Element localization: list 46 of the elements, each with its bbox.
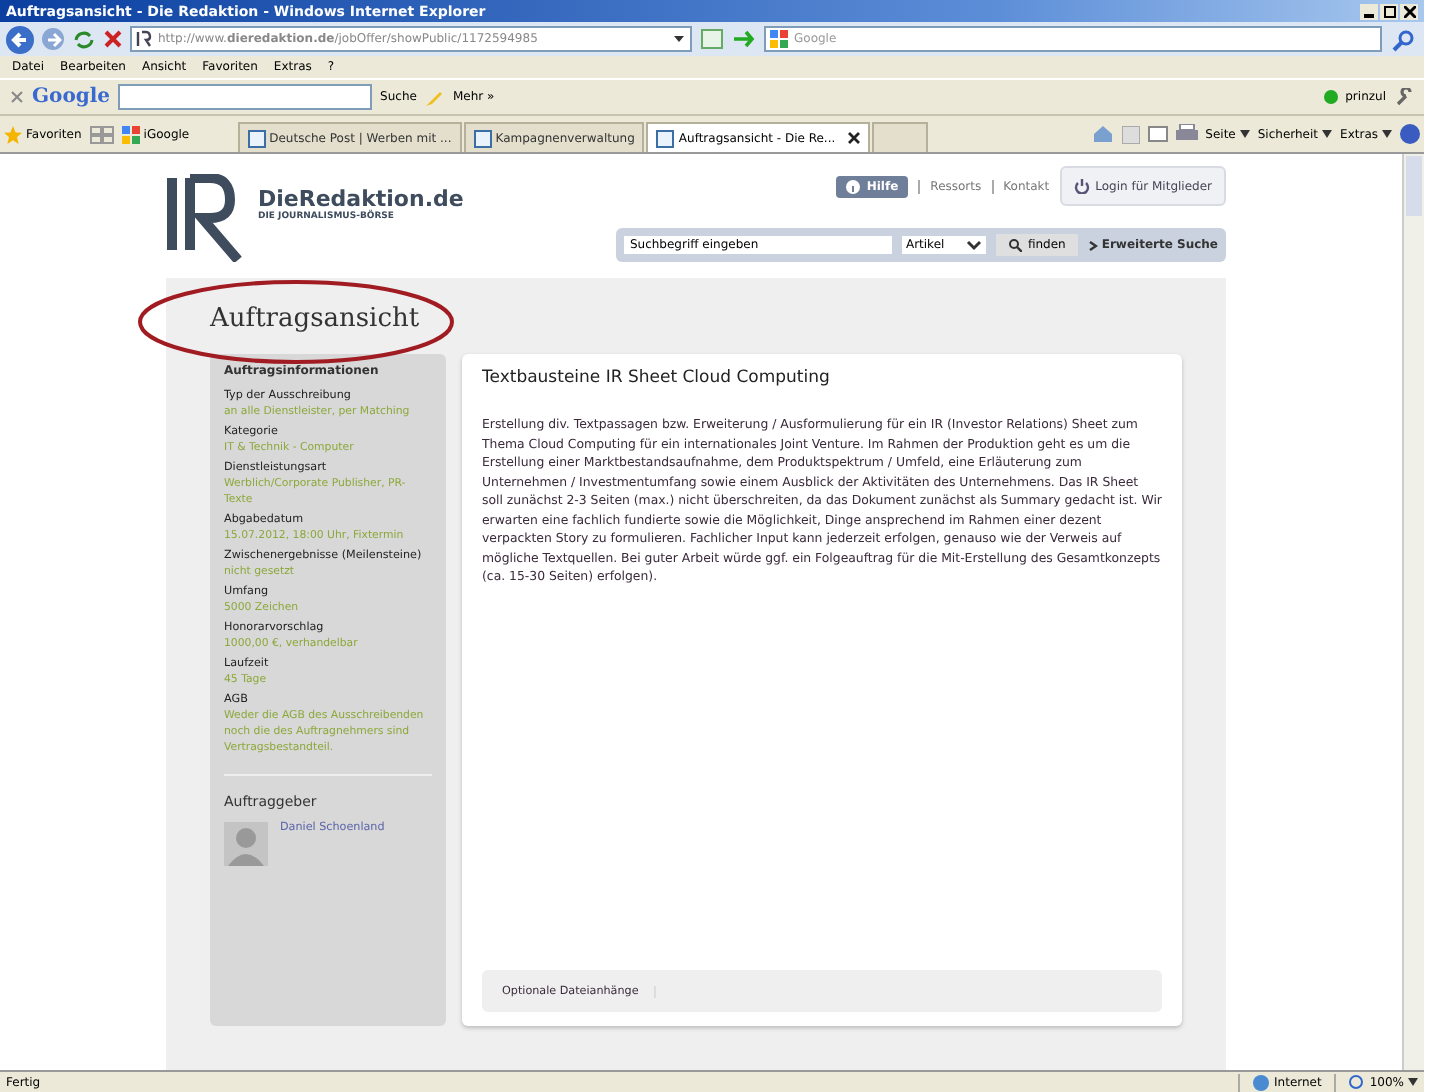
caret-icon xyxy=(1382,130,1392,138)
page-icon xyxy=(656,129,675,147)
site-logo-icon xyxy=(136,30,152,48)
stop-icon[interactable] xyxy=(104,30,122,48)
info-icon xyxy=(846,179,861,193)
page-icon xyxy=(247,129,266,147)
close-tab-icon[interactable] xyxy=(847,132,860,144)
google-icon xyxy=(770,30,788,48)
minimize-button[interactable] xyxy=(1360,3,1378,19)
refresh-icon[interactable] xyxy=(72,29,96,49)
toolbar-search-field[interactable] xyxy=(118,84,373,110)
go-arrow-icon[interactable] xyxy=(732,28,756,50)
search-icon xyxy=(1007,238,1022,252)
caret-icon xyxy=(1322,130,1333,138)
site-logo-text: DieRedaktion.de xyxy=(258,186,464,212)
maximize-icon xyxy=(1383,5,1395,17)
dropdown-arrow-icon[interactable] xyxy=(672,32,686,46)
power-icon xyxy=(1073,178,1090,194)
printer-icon[interactable] xyxy=(1175,124,1198,144)
google-icon xyxy=(121,125,140,143)
maximize-button[interactable] xyxy=(1380,3,1398,19)
caret-icon xyxy=(1408,1078,1418,1086)
close-button[interactable] xyxy=(1400,3,1418,19)
search-icon[interactable] xyxy=(1390,27,1418,51)
forward-arrow-icon xyxy=(45,31,61,47)
globe-icon xyxy=(1252,1073,1271,1091)
status-dot-icon xyxy=(1323,90,1338,104)
avatar-silhouette-icon xyxy=(224,822,268,866)
back-button[interactable] xyxy=(6,25,34,53)
page-title: Auftragsansicht xyxy=(210,302,422,334)
google-logo: Google xyxy=(32,86,111,108)
chevron-down-icon xyxy=(965,239,982,251)
forward-button[interactable] xyxy=(42,28,64,50)
chevron-right-icon xyxy=(1087,239,1098,251)
vertical-scrollbar[interactable] xyxy=(1402,154,1424,1070)
close-icon xyxy=(1403,5,1415,17)
grid-icon[interactable] xyxy=(89,125,114,143)
home-icon[interactable] xyxy=(1091,124,1114,144)
star-icon xyxy=(4,125,22,143)
ir-logo-icon xyxy=(166,174,246,262)
caret-icon xyxy=(1239,130,1250,138)
job-title: Textbausteine IR Sheet Cloud Computing xyxy=(482,368,832,388)
back-arrow-icon xyxy=(10,29,30,49)
close-icon[interactable] xyxy=(10,90,24,104)
page-icon xyxy=(473,129,492,147)
magnifier-icon xyxy=(1347,1073,1366,1091)
